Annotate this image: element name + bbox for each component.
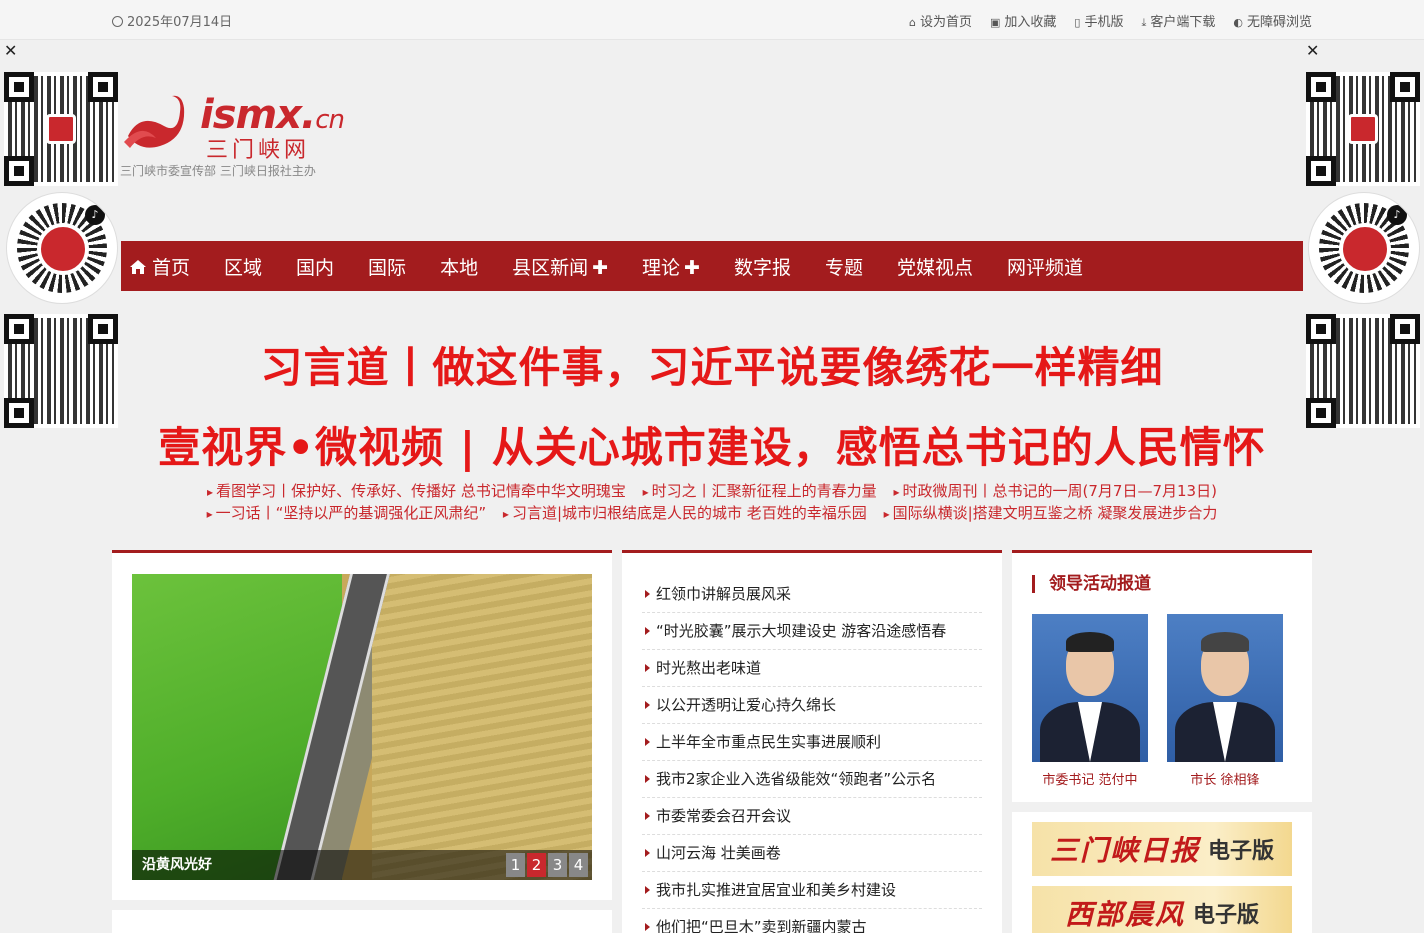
epaper-banner-xibu-chenfeng[interactable]: 西部晨风 电子版 — [1032, 886, 1292, 933]
leader-caption: 市委书记 范付中 — [1042, 773, 1138, 788]
list-item[interactable]: 他们把“巴旦木”卖到新疆内蒙古 — [642, 909, 982, 933]
accessibility-link[interactable]: ◐ 无障碍浏览 — [1233, 11, 1312, 30]
swan-logo-icon — [124, 95, 185, 148]
featured-link[interactable]: 时习之丨汇聚新征程上的青春力量 — [643, 482, 877, 500]
leaders-title[interactable]: 领导活动报道 — [1032, 575, 1151, 593]
mobile-icon: ▯ — [1074, 16, 1081, 29]
headline-1[interactable]: 习言道丨做这件事，习近平说要像绣花一样精细 — [0, 334, 1424, 395]
nav-item-county-news[interactable]: 县区新闻 ✚ — [512, 253, 608, 280]
featured-link[interactable]: 时政微周刊丨总书记的一周(7月7日—7月13日) — [893, 482, 1216, 500]
main-nav: 首页 区域 国内 国际 本地 县区新闻 ✚ 理论 ✚ 数字报 专题 党媒视点 网评频… — [121, 241, 1303, 291]
date-text: 2025年07月14日 — [127, 15, 233, 30]
list-item[interactable]: 我市2家企业入选省级能效“领跑者”公示名 — [642, 761, 982, 798]
nav-item-local[interactable]: 本地 — [440, 253, 478, 280]
slider-page-3[interactable]: 3 — [548, 853, 567, 877]
leader-card-secretary[interactable]: 市委书记 范付中 — [1032, 614, 1148, 788]
slider-photo[interactable]: 沿黄风光好 1 2 3 4 — [132, 574, 592, 880]
slider-page-4[interactable]: 4 — [569, 853, 588, 877]
nav-item-party-media[interactable]: 党媒视点 — [897, 253, 973, 280]
nav-item-domestic[interactable]: 国内 — [296, 253, 334, 280]
nav-item-digital-paper[interactable]: 数字报 — [734, 253, 791, 280]
list-item[interactable]: 以公开透明让爱心持久绵长 — [642, 687, 982, 724]
nav-item-home[interactable]: 首页 — [129, 253, 190, 280]
plus-icon: ✚ — [684, 256, 700, 279]
list-item[interactable]: 上半年全市重点民生实事进展顺利 — [642, 724, 982, 761]
clock-icon — [112, 16, 123, 27]
headline-2[interactable]: 壹视界•微视频 | 从关心城市建设，感悟总书记的人民情怀 — [0, 414, 1424, 475]
leaders-panel: 领导活动报道 市委书记 范付中 市长 徐相锋 — [1012, 550, 1312, 802]
douyin-qr-code: ♪ — [1308, 192, 1420, 304]
download-icon: ⤓ — [1141, 16, 1147, 29]
epaper-panel: 三门峡日报 电子版 西部晨风 电子版 — [1012, 812, 1312, 933]
featured-links: 看图学习丨保护好、传承好、传播好 总书记情牵中华文明瑰宝 时习之丨汇聚新征程上的… — [112, 481, 1312, 525]
photo-slider-panel: 沿黄风光好 1 2 3 4 — [112, 550, 612, 900]
close-icon[interactable]: ✕ — [2, 42, 122, 62]
tiktok-icon: ♪ — [1387, 205, 1407, 225]
slider-page-1[interactable]: 1 — [506, 853, 525, 877]
set-homepage-link[interactable]: ⌂ 设为首页 — [909, 11, 972, 30]
list-item[interactable]: “时光胶囊”展示大坝建设史 游客沿途感悟春 — [642, 613, 982, 650]
date-display: 2025年07月14日 — [112, 11, 232, 30]
slider-page-2[interactable]: 2 — [527, 853, 546, 877]
list-item[interactable]: 山河云海 壮美画卷 — [642, 835, 982, 872]
home-icon: ⌂ — [908, 16, 916, 29]
site-logo[interactable]: ismx.cn 三门峡网 三门峡市委宣传部 三门峡日报社主办 — [120, 88, 360, 183]
news-list: 红领巾讲解员展风采 “时光胶囊”展示大坝建设史 游客沿途感悟春 时光熬出老味道 … — [642, 576, 982, 933]
featured-link[interactable]: 看图学习丨保护好、传承好、传播好 总书记情牵中华文明瑰宝 — [207, 482, 626, 500]
plus-icon: ✚ — [592, 256, 609, 279]
mobile-version-link[interactable]: ▯ 手机版 — [1074, 11, 1123, 30]
top-bar: 2025年07月14日 ⌂ 设为首页 ▣ 加入收藏 ▯ 手机版 ⤓ 客户端下载 ◐ 无障碍… — [0, 0, 1424, 40]
list-item[interactable]: 红领巾讲解员展风采 — [642, 576, 982, 613]
leader-photo — [1032, 614, 1148, 762]
epaper-banner-smx-daily[interactable]: 三门峡日报 电子版 — [1032, 822, 1292, 876]
client-download-link[interactable]: ⤓ 客户端下载 — [1141, 11, 1215, 30]
leader-card-mayor[interactable]: 市长 徐相锋 — [1167, 614, 1283, 788]
list-item[interactable]: 我市扎实推进宜居宜业和美乡村建设 — [642, 872, 982, 909]
leader-photo — [1167, 614, 1283, 762]
close-icon[interactable]: ✕ — [1304, 42, 1424, 62]
featured-link[interactable]: 一习话丨“坚持以严的基调强化正风肃纪” — [207, 504, 487, 522]
news-list-panel: 红领巾讲解员展风采 “时光胶囊”展示大坝建设史 游客沿途感悟春 时光熬出老味道 … — [622, 550, 1002, 933]
featured-link[interactable]: 习言道|城市归根结底是人民的城市 老百姓的幸福乐园 — [503, 504, 867, 522]
logo-name: 三门峡网 — [206, 138, 311, 163]
leader-caption: 市长 徐相锋 — [1190, 773, 1260, 788]
nav-item-theory[interactable]: 理论 ✚ — [642, 253, 700, 280]
home-icon — [130, 259, 146, 274]
nav-item-region[interactable]: 区域 — [224, 253, 262, 280]
qr-code-image — [1306, 72, 1420, 186]
top-links: ⌂ 设为首页 ▣ 加入收藏 ▯ 手机版 ⤓ 客户端下载 ◐ 无障碍浏览 — [909, 11, 1312, 30]
bookmark-icon: ▣ — [989, 16, 1001, 29]
add-bookmark-link[interactable]: ▣ 加入收藏 — [990, 11, 1056, 30]
qr-code-image — [4, 72, 118, 186]
nav-item-special[interactable]: 专题 — [825, 253, 863, 280]
nav-item-commentary[interactable]: 网评频道 — [1007, 253, 1083, 280]
secondary-panel — [112, 910, 612, 933]
list-item[interactable]: 时光熬出老味道 — [642, 650, 982, 687]
nav-item-international[interactable]: 国际 — [368, 253, 406, 280]
featured-link[interactable]: 国际纵横谈|搭建文明互鉴之桥 凝聚发展进步合力 — [884, 504, 1218, 522]
slider-pager: 1 2 3 4 — [506, 853, 588, 877]
tiktok-icon: ♪ — [85, 205, 105, 225]
douyin-qr-code: ♪ — [6, 192, 118, 304]
logo-slogan: 三门峡市委宣传部 三门峡日报社主办 — [120, 164, 316, 178]
list-item[interactable]: 市委常委会召开会议 — [642, 798, 982, 835]
accessibility-icon: ◐ — [1233, 16, 1243, 29]
